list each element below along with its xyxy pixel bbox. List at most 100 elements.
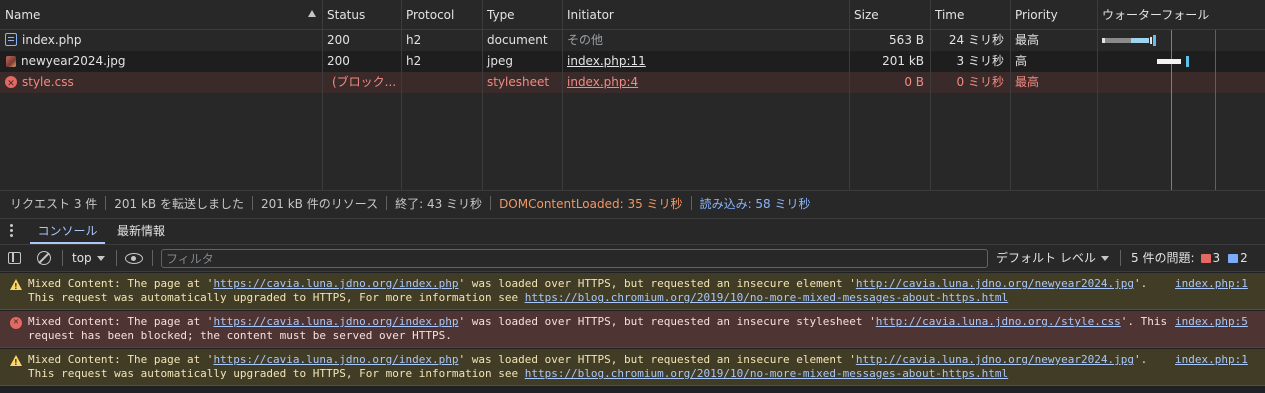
info-issues-count: 2 xyxy=(1240,251,1248,265)
size-cell: 201 kB xyxy=(882,54,924,68)
message-source-link[interactable]: index.php:5 xyxy=(1175,315,1248,329)
request-name: style.css xyxy=(22,75,74,89)
request-row[interactable]: newyear2024.jpg 200 h2 jpeg index.php:11… xyxy=(0,51,1265,72)
column-header-status[interactable]: Status xyxy=(322,0,401,29)
message-line-2: This request was automatically upgraded … xyxy=(28,367,1009,380)
error-issues-count: 3 xyxy=(1212,251,1221,265)
divider xyxy=(251,196,253,210)
resource-url-link[interactable]: http://cavia.luna.jdno.org/newyear2024.j… xyxy=(856,353,1134,366)
resource-url-link[interactable]: http://cavia.luna.jdno.org./style.css xyxy=(876,315,1121,328)
resource-url-link[interactable]: http://cavia.luna.jdno.org/newyear2024.j… xyxy=(856,277,1134,290)
initiator-cell: その他 xyxy=(567,33,604,47)
initiator-link[interactable]: index.php:4 xyxy=(562,72,849,93)
console-filter-input[interactable] xyxy=(161,249,988,268)
console-warning-message: Mixed Content: The page at 'https://cavi… xyxy=(0,273,1265,310)
request-row[interactable]: index.php 200 h2 document その他 563 B 24 ミ… xyxy=(0,30,1265,51)
divider xyxy=(386,196,388,210)
log-levels-label: デフォルト レベル xyxy=(996,251,1096,265)
protocol-cell xyxy=(401,72,482,93)
message-line-2: request has been blocked; the content mu… xyxy=(28,329,452,342)
status-cell: (ブロック... xyxy=(332,75,397,89)
priority-cell: 最高 xyxy=(1015,75,1040,89)
tab-whats-new[interactable]: 最新情報 xyxy=(117,219,165,244)
type-cell: jpeg xyxy=(487,54,513,68)
message-source-link[interactable]: index.php:1 xyxy=(1175,353,1248,367)
console-error-message: Mixed Content: The page at 'https://cavi… xyxy=(0,311,1265,348)
column-header-type[interactable]: Type xyxy=(482,0,562,29)
waterfall-chart xyxy=(1097,30,1265,190)
column-header-name[interactable]: Name xyxy=(0,0,322,29)
error-issues-icon xyxy=(1200,254,1211,263)
column-header-priority[interactable]: Priority xyxy=(1010,0,1097,29)
issues-counter[interactable]: 5 件の問題: 3 2 xyxy=(1131,245,1248,272)
column-divider[interactable] xyxy=(849,0,850,190)
priority-cell: 高 xyxy=(1015,54,1028,68)
request-name: index.php xyxy=(22,33,82,47)
message-line-1: Mixed Content: The page at 'https://cavi… xyxy=(28,353,1148,366)
log-levels-dropdown[interactable]: デフォルト レベル xyxy=(996,245,1109,272)
show-sidebar-icon[interactable] xyxy=(8,252,21,264)
column-header-waterfall[interactable]: ウォーターフォール xyxy=(1097,0,1265,29)
page-url-link[interactable]: https://cavia.luna.jdno.org/index.php xyxy=(213,353,458,366)
column-header-protocol[interactable]: Protocol xyxy=(401,0,482,29)
divider xyxy=(690,196,692,210)
column-divider[interactable] xyxy=(482,0,483,190)
dropdown-arrow-icon xyxy=(1100,256,1109,261)
column-divider[interactable] xyxy=(322,0,323,190)
context-selector[interactable]: top xyxy=(72,245,105,272)
type-cell: document xyxy=(487,33,548,47)
transferred-size: 201 kB を転送しました xyxy=(114,197,244,211)
page-url-link[interactable]: https://cavia.luna.jdno.org/index.php xyxy=(213,315,458,328)
size-cell: 0 B xyxy=(904,75,924,89)
message-line-2: This request was automatically upgraded … xyxy=(28,291,1009,304)
toolbar-divider xyxy=(1120,250,1121,266)
more-options-icon[interactable] xyxy=(10,224,14,238)
time-cell: 3 ミリ秒 xyxy=(956,54,1004,68)
more-info-link[interactable]: https://blog.chromium.org/2019/10/no-mor… xyxy=(525,367,1008,380)
network-summary-bar: リクエスト 3 件 201 kB を転送しました 201 kB 件のリソース 終了: … xyxy=(0,190,1265,218)
size-cell: 563 B xyxy=(889,33,924,47)
toolbar-divider xyxy=(62,250,63,266)
dom-content-loaded-line xyxy=(1171,30,1172,190)
column-header-time[interactable]: Time xyxy=(930,0,1010,29)
load-time: 読み込み: 58 ミリ秒 xyxy=(699,197,811,211)
request-name-cell: index.php xyxy=(0,30,322,51)
tab-console[interactable]: コンソール xyxy=(30,219,105,244)
resources-size: 201 kB 件のリソース xyxy=(260,197,379,211)
request-name-cell: newyear2024.jpg xyxy=(0,51,322,72)
request-name-cell: style.css xyxy=(0,72,322,93)
request-name: newyear2024.jpg xyxy=(21,54,126,68)
column-divider[interactable] xyxy=(1010,0,1011,190)
dropdown-arrow-icon xyxy=(96,256,105,261)
type-cell: stylesheet xyxy=(487,75,550,89)
issues-label: 5 件の問題: xyxy=(1131,251,1195,265)
drawer-tab-bar: コンソール 最新情報 xyxy=(0,218,1265,244)
toolbar-divider xyxy=(116,250,117,266)
column-divider[interactable] xyxy=(562,0,563,190)
more-info-link[interactable]: https://blog.chromium.org/2019/10/no-mor… xyxy=(525,291,1008,304)
warning-icon xyxy=(10,279,22,294)
time-cell: 0 ミリ秒 xyxy=(956,75,1004,89)
waterfall-bar-tick xyxy=(1150,37,1152,44)
initiator-link[interactable]: index.php:11 xyxy=(562,51,849,72)
image-icon xyxy=(6,56,16,67)
clear-console-icon[interactable] xyxy=(37,251,51,265)
request-row-blocked[interactable]: style.css (ブロック... stylesheet index.php:… xyxy=(0,72,1265,93)
console-toolbar: top デフォルト レベル 5 件の問題: 3 2 xyxy=(0,244,1265,272)
error-icon xyxy=(5,74,17,93)
request-count: リクエスト 3 件 xyxy=(10,197,98,211)
column-divider[interactable] xyxy=(401,0,402,190)
live-expression-eye-icon[interactable] xyxy=(125,253,143,264)
column-header-initiator[interactable]: Initiator xyxy=(562,0,849,29)
waterfall-bar-waiting xyxy=(1105,38,1131,43)
message-line-1: Mixed Content: The page at 'https://cavi… xyxy=(28,315,1168,328)
document-icon xyxy=(5,33,17,46)
message-source-link[interactable]: index.php:1 xyxy=(1175,277,1248,291)
protocol-cell: h2 xyxy=(406,33,422,47)
page-url-link[interactable]: https://cavia.luna.jdno.org/index.php xyxy=(213,277,458,290)
column-header-size[interactable]: Size xyxy=(849,0,930,29)
status-cell: 200 xyxy=(327,33,350,47)
column-divider[interactable] xyxy=(930,0,931,190)
load-line xyxy=(1215,30,1216,190)
priority-cell: 最高 xyxy=(1015,33,1040,47)
